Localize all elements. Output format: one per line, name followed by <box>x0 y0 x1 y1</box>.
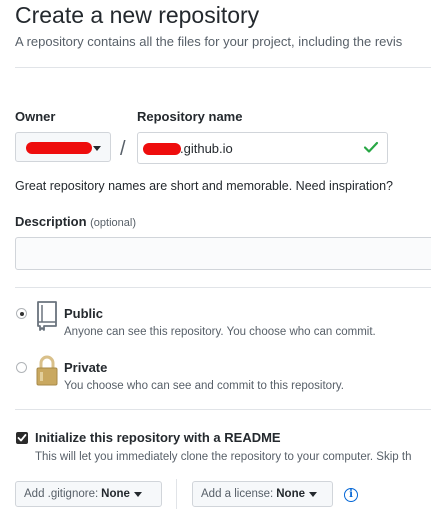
repo-book-icon <box>37 301 57 331</box>
gitignore-label: Add .gitignore: <box>24 488 99 500</box>
gitignore-value: None <box>101 488 130 500</box>
repository-name-hint: Great repository names are short and mem… <box>15 179 393 193</box>
description-label-text: Description <box>15 214 87 229</box>
page-title: Create a new repository <box>15 2 260 28</box>
dropdown-caret-icon <box>133 491 142 497</box>
readme-label[interactable]: Initialize this repository with a README <box>35 430 281 445</box>
gitignore-select[interactable]: Add .gitignore: None <box>15 481 162 507</box>
private-option-title: Private <box>64 360 108 375</box>
divider <box>15 409 431 410</box>
license-label: Add a license: <box>201 488 274 500</box>
page-subtitle: A repository contains all the files for … <box>15 34 403 49</box>
divider <box>176 479 177 509</box>
repository-name-input[interactable]: .github.io <box>137 132 388 164</box>
public-radio[interactable] <box>16 308 27 319</box>
private-option-note: You choose who can see and commit to thi… <box>64 380 344 392</box>
license-select[interactable]: Add a license: None <box>192 481 333 507</box>
private-radio[interactable] <box>16 362 27 373</box>
repository-name-value: .github.io <box>180 141 233 156</box>
readme-note: This will let you immediately clone the … <box>35 451 412 463</box>
divider <box>15 67 431 68</box>
lock-icon <box>36 355 58 386</box>
owner-select-button[interactable] <box>15 132 111 162</box>
description-optional-text: (optional) <box>90 217 136 229</box>
redacted-repo-prefix <box>143 143 181 155</box>
owner-repo-separator: / <box>120 138 126 160</box>
redacted-owner-name <box>26 142 92 154</box>
repository-name-label: Repository name <box>137 109 243 124</box>
checkmark-icon <box>363 141 379 153</box>
description-label: Description (optional) <box>15 214 136 229</box>
info-icon[interactable]: i <box>344 488 358 502</box>
checkmark-icon <box>17 434 27 442</box>
description-input[interactable] <box>15 237 431 270</box>
public-option-note: Anyone can see this repository. You choo… <box>64 326 376 338</box>
divider <box>15 287 431 288</box>
public-option-title: Public <box>64 306 104 321</box>
license-value: None <box>276 488 305 500</box>
owner-label: Owner <box>15 109 56 124</box>
dropdown-caret-icon <box>309 491 317 497</box>
dropdown-caret-icon <box>93 146 101 151</box>
readme-checkbox[interactable] <box>16 432 28 444</box>
